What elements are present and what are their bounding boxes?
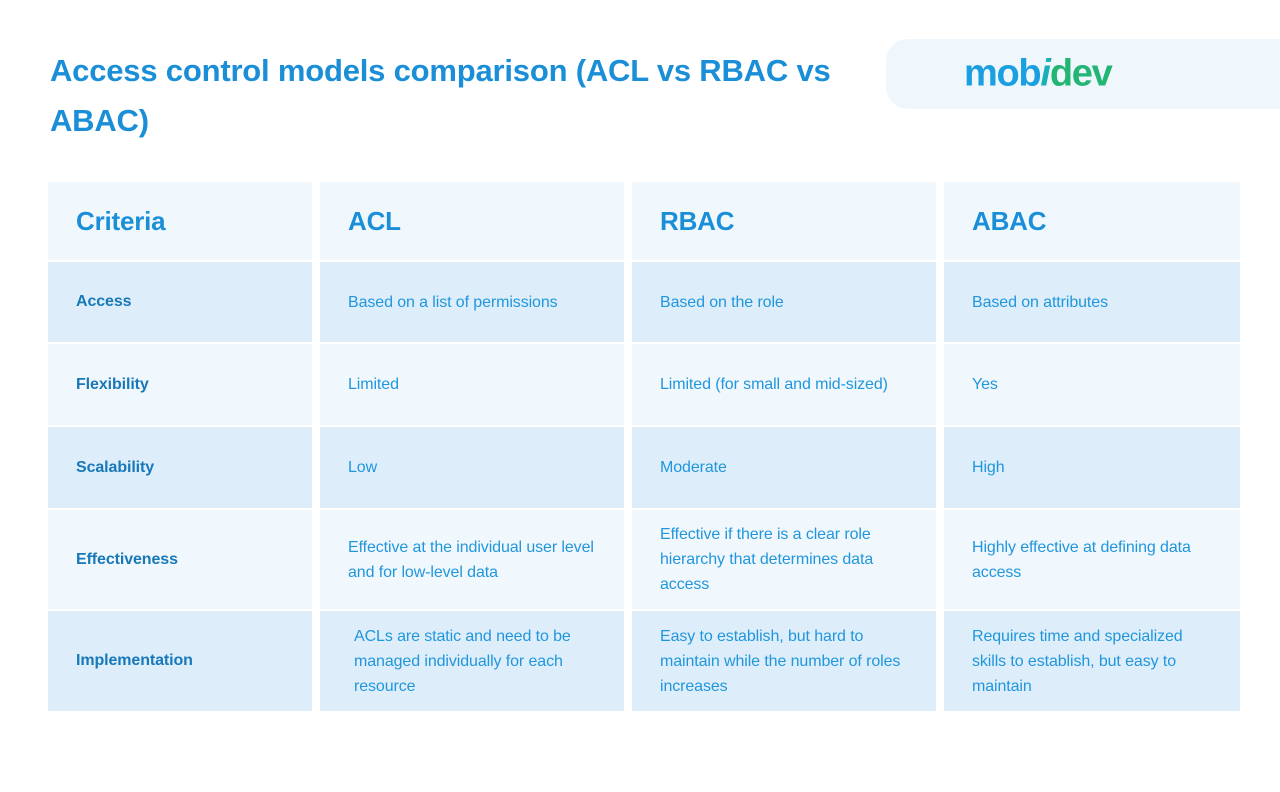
page-title: Access control models comparison (ACL vs… — [50, 53, 831, 138]
row-acl-cell: ACLs are static and need to be managed i… — [320, 611, 624, 711]
row-acl-cell: Low — [320, 427, 624, 508]
cell-value: Yes — [972, 376, 998, 393]
cell-value: Effective if there is a clear role hiera… — [660, 526, 874, 593]
row-criteria-label: Implementation — [76, 652, 193, 669]
row-rbac-cell: Moderate — [632, 427, 936, 508]
mobidev-logo: mobidev — [964, 52, 1113, 96]
cell-value: Based on a list of permissions — [348, 293, 558, 311]
cell-value: Easy to establish, but hard to maintain … — [660, 627, 901, 695]
column-header-abac: ABAC — [944, 182, 1240, 260]
row-rbac-cell: Easy to establish, but hard to maintain … — [632, 611, 936, 711]
row-criteria-cell: Flexibility — [48, 344, 312, 425]
row-abac-cell: Yes — [944, 344, 1240, 425]
logo-text-mob: mob — [964, 52, 1042, 95]
column-header-criteria: Criteria — [48, 182, 312, 260]
comparison-table-page: Access control models comparison (ACL vs… — [0, 0, 1280, 792]
column-header-label: ACL — [348, 205, 401, 236]
row-abac-cell: High — [944, 427, 1240, 508]
row-abac-cell: Requires time and specialized skills to … — [944, 611, 1240, 711]
row-criteria-cell: Access — [48, 262, 312, 342]
table-header-row: Criteria ACL RBAC ABAC — [48, 182, 1240, 260]
column-header-label: Criteria — [76, 205, 166, 236]
row-abac-cell: Based on attributes — [944, 262, 1240, 342]
cell-value: Effective at the individual user level a… — [348, 538, 594, 581]
brand-logo-pill: mobidev — [886, 39, 1280, 109]
row-criteria-cell: Scalability — [48, 427, 312, 508]
table-row: Flexibility Limited Limited (for small a… — [48, 344, 1240, 425]
table-row: Access Based on a list of permissions Ba… — [48, 262, 1240, 342]
logo-text-dev: dev — [1049, 52, 1113, 95]
cell-value: Highly effective at defining data access — [972, 538, 1191, 581]
column-header-rbac: RBAC — [632, 182, 936, 260]
cell-value: Requires time and specialized skills to … — [972, 627, 1183, 695]
cell-value: ACLs are static and need to be managed i… — [354, 627, 571, 695]
row-acl-cell: Based on a list of permissions — [320, 262, 624, 342]
column-header-label: ABAC — [972, 205, 1047, 236]
table-row: Implementation ACLs are static and need … — [48, 611, 1240, 711]
row-criteria-label: Scalability — [76, 458, 155, 476]
row-rbac-cell: Limited (for small and mid-sized) — [632, 344, 936, 425]
table-row: Scalability Low Moderate High — [48, 427, 1240, 508]
table-row: Effectiveness Effective at the individua… — [48, 510, 1240, 609]
cell-value: High — [972, 459, 1005, 476]
cell-value: Low — [348, 459, 378, 476]
cell-value: Limited (for small and mid-sized) — [660, 376, 888, 393]
row-criteria-cell: Effectiveness — [48, 510, 312, 609]
row-rbac-cell: Based on the role — [632, 262, 936, 342]
cell-value: Based on attributes — [972, 293, 1108, 311]
row-criteria-label: Access — [76, 293, 132, 310]
row-criteria-label: Flexibility — [76, 375, 149, 393]
row-acl-cell: Limited — [320, 344, 624, 425]
column-header-label: RBAC — [660, 205, 735, 236]
cell-value: Moderate — [660, 459, 727, 476]
comparison-table: Criteria ACL RBAC ABAC Access Based on a… — [48, 182, 1240, 711]
logo-text-i: i — [1040, 52, 1051, 95]
row-criteria-cell: Implementation — [48, 611, 312, 711]
row-criteria-label: Effectiveness — [76, 550, 178, 568]
row-acl-cell: Effective at the individual user level a… — [320, 510, 624, 609]
cell-value: Based on the role — [660, 293, 784, 311]
row-rbac-cell: Effective if there is a clear role hiera… — [632, 510, 936, 609]
column-header-acl: ACL — [320, 182, 624, 260]
row-abac-cell: Highly effective at defining data access — [944, 510, 1240, 609]
page-header: Access control models comparison (ACL vs… — [0, 0, 1280, 170]
cell-value: Limited — [348, 376, 399, 393]
